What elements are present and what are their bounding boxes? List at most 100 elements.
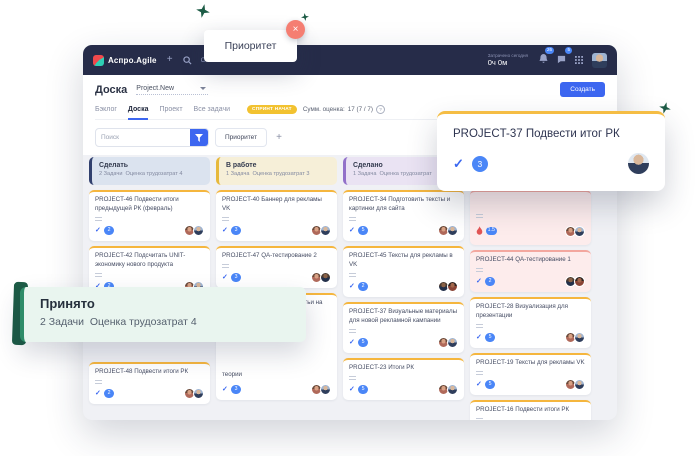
avatar bbox=[447, 281, 458, 292]
app-window: Аспро.Agile + Сп Затрачено сегодня 0ч 0м… bbox=[83, 45, 617, 420]
column-header-popup[interactable]: Принято 2 Задачи Оценка трудозатрат 4 bbox=[20, 287, 306, 342]
assignee-avatars bbox=[313, 272, 331, 283]
estimate-badge: 5 bbox=[485, 380, 496, 389]
description-icon bbox=[476, 418, 483, 420]
avatar bbox=[447, 384, 458, 395]
board-column: 1.5 PROJECT-44 QA-тестирование 1✓2 PROJECT… bbox=[470, 157, 591, 420]
task-title: PROJECT-16 Подвести итоги РК bbox=[476, 406, 585, 415]
estimate-badge: 3 bbox=[231, 273, 242, 282]
done-check-icon: ✓ bbox=[453, 157, 464, 170]
task-footer: ✓2 bbox=[349, 281, 458, 292]
apps-menu-button[interactable] bbox=[575, 51, 583, 69]
help-icon[interactable]: ? bbox=[376, 105, 385, 114]
notifications-count-badge: 26 bbox=[545, 47, 554, 54]
estimate-badge: 5 bbox=[358, 226, 369, 235]
top-navbar: Аспро.Agile + Сп Затрачено сегодня 0ч 0м… bbox=[83, 45, 617, 75]
page: Аспро.Agile + Сп Затрачено сегодня 0ч 0м… bbox=[0, 0, 700, 456]
popup-task-title: PROJECT-37 Подвести итог РК bbox=[453, 128, 649, 140]
assignee-avatars bbox=[313, 384, 331, 395]
description-icon bbox=[349, 329, 356, 333]
tab[interactable]: Доска bbox=[128, 106, 149, 114]
task-title: PROJECT-37 Визуальные материалы для ново… bbox=[349, 308, 458, 326]
description-icon bbox=[476, 324, 483, 328]
time-tracker: Затрачено сегодня 0ч 0м bbox=[488, 53, 528, 68]
user-avatar[interactable] bbox=[592, 53, 607, 68]
project-selector[interactable]: Project.New bbox=[136, 85, 208, 95]
popup-task-footer: ✓ 3 bbox=[453, 153, 649, 174]
messages-button[interactable]: 5 bbox=[557, 51, 566, 69]
task-card[interactable]: PROJECT-47 QA-тестирование 2✓3 bbox=[216, 246, 337, 288]
column-header[interactable]: Сделать2 Задачи Оценка трудозатрат 4 bbox=[89, 157, 210, 185]
done-check-icon: ✓ bbox=[349, 227, 355, 234]
tooltip-label: Приоритет bbox=[225, 40, 277, 52]
notifications-button[interactable]: 26 bbox=[539, 51, 548, 69]
search-icon[interactable] bbox=[183, 56, 192, 65]
done-check-icon: ✓ bbox=[349, 386, 355, 393]
description-icon bbox=[95, 217, 102, 221]
avatar bbox=[320, 384, 331, 395]
task-card[interactable]: PROJECT-16 Подвести итоги РК bbox=[470, 400, 591, 420]
task-footer: ✓3 bbox=[222, 272, 331, 283]
avatar bbox=[574, 379, 585, 390]
task-card[interactable]: PROJECT-48 Подвести итоги РК✓2 bbox=[89, 362, 210, 404]
task-card[interactable]: 1.5 bbox=[470, 190, 591, 245]
task-footer: ✓2 bbox=[95, 388, 204, 399]
tab[interactable]: Бэклог bbox=[95, 106, 117, 114]
done-check-icon: ✓ bbox=[95, 227, 101, 234]
task-footer: ✓5 bbox=[349, 337, 458, 348]
estimate-badge: 1.5 bbox=[486, 227, 497, 236]
task-footer: ✓5 bbox=[476, 379, 585, 390]
popup-column-subtitle: 2 Задачи Оценка трудозатрат 4 bbox=[40, 316, 290, 328]
close-icon[interactable]: × bbox=[286, 20, 305, 39]
description-icon bbox=[476, 214, 483, 218]
task-title: PROJECT-40 Баннер для рекламы VK bbox=[222, 196, 331, 214]
sparkle-decoration bbox=[300, 12, 309, 21]
task-card[interactable]: PROJECT-19 Тексты для рекламы VK✓5 bbox=[470, 353, 591, 395]
task-card[interactable]: PROJECT-40 Баннер для рекламы VK✓3 bbox=[216, 190, 337, 241]
avatar bbox=[574, 276, 585, 287]
search-field-wrap bbox=[95, 128, 209, 147]
task-card[interactable]: PROJECT-46 Подвести итоги предыдущей РК … bbox=[89, 190, 210, 241]
task-card[interactable]: PROJECT-37 Визуальные материалы для ново… bbox=[343, 302, 464, 353]
add-filter-button[interactable]: + bbox=[273, 132, 285, 143]
navbar-right: Затрачено сегодня 0ч 0м 26 5 bbox=[488, 51, 607, 69]
add-icon[interactable]: + bbox=[167, 55, 173, 65]
search-input[interactable] bbox=[96, 134, 190, 141]
task-card[interactable]: PROJECT-28 Визуализация для презентации✓… bbox=[470, 297, 591, 348]
task-footer: ✓2 bbox=[95, 225, 204, 236]
column-title: Сделать bbox=[99, 162, 203, 169]
task-card-popup[interactable]: PROJECT-37 Подвести итог РК ✓ 3 bbox=[437, 111, 665, 191]
description-icon bbox=[349, 376, 356, 380]
grid-icon bbox=[575, 51, 583, 69]
description-icon bbox=[349, 273, 356, 277]
task-card[interactable]: PROJECT-34 Подготовить тексты и картинки… bbox=[343, 190, 464, 241]
estimate-badge: 5 bbox=[358, 385, 369, 394]
time-tracker-value: 0ч 0м bbox=[488, 58, 528, 67]
estimate-badge: 2 bbox=[104, 226, 115, 235]
filter-button[interactable] bbox=[190, 129, 208, 146]
description-icon bbox=[222, 217, 229, 221]
bell-icon bbox=[539, 51, 548, 69]
estimate-badge: 3 bbox=[231, 226, 242, 235]
tab[interactable]: Проект bbox=[159, 106, 182, 114]
tab[interactable]: Все задачи bbox=[194, 106, 231, 114]
sparkle-decoration bbox=[195, 3, 212, 20]
estimate-badge: 2 bbox=[485, 277, 496, 286]
estimate-badge: 5 bbox=[358, 338, 369, 347]
create-button[interactable]: Создать bbox=[560, 82, 605, 97]
done-check-icon: ✓ bbox=[222, 274, 228, 281]
done-check-icon: ✓ bbox=[476, 278, 482, 285]
task-card[interactable]: PROJECT-44 QA-тестирование 1✓2 bbox=[470, 250, 591, 292]
priority-filter-button[interactable]: Приоритет bbox=[215, 128, 267, 147]
task-card[interactable]: PROJECT-45 Тексты для рекламы в VK✓2 bbox=[343, 246, 464, 297]
task-title: PROJECT-28 Визуализация для презентации bbox=[476, 303, 585, 321]
assignee-avatars bbox=[567, 276, 585, 287]
column-header[interactable]: В работе1 Задача Оценка трудозатрат 3 bbox=[216, 157, 337, 185]
board-column: Сделать2 Задачи Оценка трудозатрат 4 PROJ… bbox=[89, 157, 210, 404]
estimate-badge: 3 bbox=[472, 156, 488, 172]
board-column: Сделано1 Задача Оценка трудозатратPROJEC… bbox=[343, 157, 464, 400]
task-card[interactable]: PROJECT-23 Итоги РК✓5 bbox=[343, 358, 464, 400]
sprint-status-badge: СПРИНТ НАЧАТ bbox=[247, 105, 297, 114]
description-icon bbox=[95, 273, 102, 277]
score-value: 17 (7 / 7) bbox=[348, 106, 373, 113]
